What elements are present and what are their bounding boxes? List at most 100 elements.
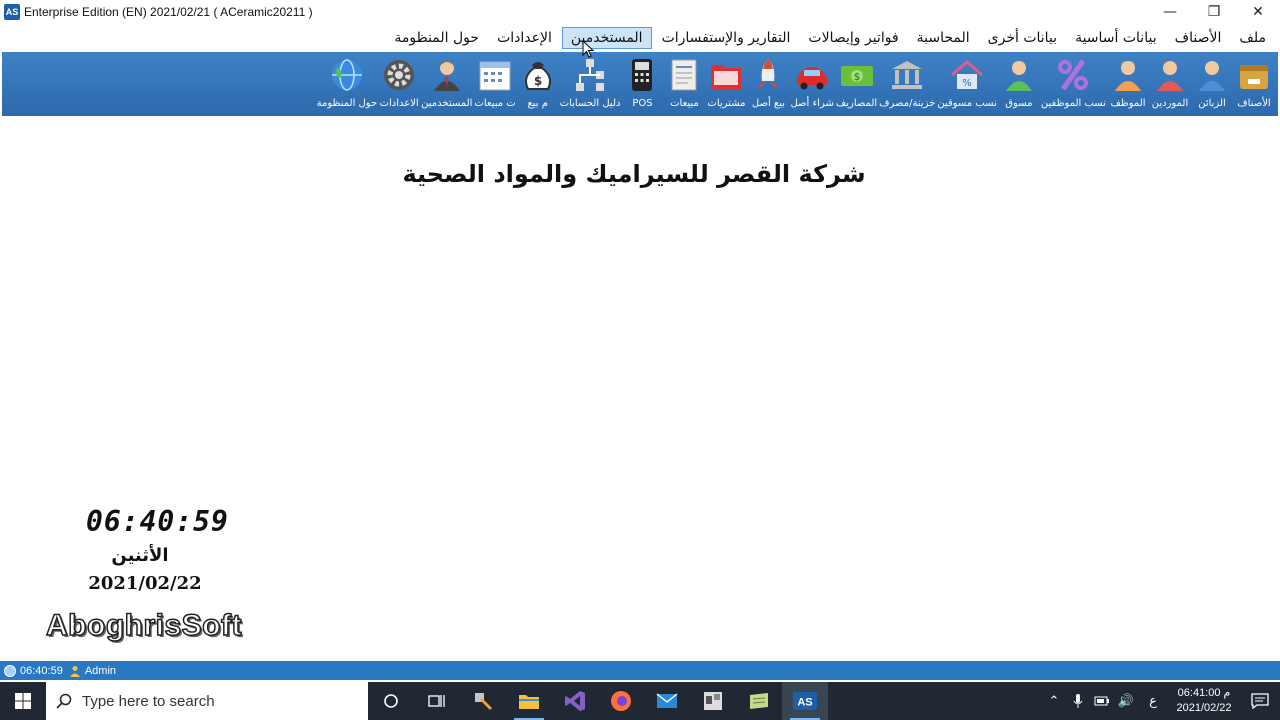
toolbar-button-label: ت مبيعات	[474, 98, 516, 109]
window-title: Enterprise Edition (EN) 2021/02/21 ( ACe…	[24, 5, 313, 19]
toolbar-button-label: POS	[632, 98, 653, 109]
taskbar-mail[interactable]	[644, 682, 690, 720]
toolbar-button[interactable]: بيع أصل	[748, 55, 788, 109]
cortana-icon	[384, 694, 398, 708]
toolbar-button[interactable]: الزبائن	[1192, 55, 1232, 109]
toolbar-button[interactable]: % نسب مسوقين	[937, 55, 997, 109]
employee-icon	[1108, 55, 1148, 95]
sales-document-icon	[664, 55, 704, 95]
taskbar-search[interactable]: Type here to search	[46, 682, 368, 720]
window-app-icon	[704, 692, 722, 710]
toolbar-button[interactable]: المستخدمين	[421, 55, 472, 109]
users-icon	[427, 55, 467, 95]
toolbar-button-label: الموظف	[1110, 98, 1146, 109]
toolbar-button-label: المصاريف	[835, 98, 878, 109]
taskbar-firefox[interactable]	[598, 682, 644, 720]
toolbar-button-label: نسب الموظفين	[1040, 98, 1106, 109]
toolbar-button-label: بيع أصل	[751, 98, 786, 109]
input-language[interactable]: ع	[1138, 682, 1168, 720]
folder-icon	[519, 695, 539, 709]
toolbar-button[interactable]: حول المنظومة	[316, 55, 378, 109]
menu-item[interactable]: بيانات أساسية	[1067, 27, 1165, 49]
toolbar-button[interactable]: $ المصاريف	[836, 55, 877, 109]
notes-icon	[750, 693, 768, 709]
pos-terminal-icon	[622, 55, 662, 95]
windows-logo-icon	[15, 693, 31, 709]
supplier-icon	[1150, 55, 1190, 95]
firefox-icon	[611, 691, 631, 711]
taskbar-date: 2021/02/22	[1176, 702, 1232, 714]
settings-gear-icon	[379, 55, 419, 95]
taskbar-file-explorer[interactable]	[506, 682, 552, 720]
toolbar: الأصناف الزبائن الموردين الموظف نسب الموظفين…	[2, 52, 1278, 116]
toolbar-button-label: م بيع	[527, 98, 548, 109]
toolbar-button[interactable]: الاعدادات	[379, 55, 419, 109]
system-tray: ⌃ 🔊 ع 06:41:00 م 2021/02/22	[1042, 682, 1280, 720]
mouse-cursor-icon	[582, 40, 594, 58]
toolbar-button[interactable]: شراء أصل	[790, 55, 834, 109]
toolbar-button-label: مبيعات	[670, 98, 699, 109]
visual-studio-icon	[565, 691, 585, 711]
menu-item[interactable]: الإعدادات	[489, 27, 560, 49]
toolbar-button[interactable]: الموردين	[1150, 55, 1190, 109]
toolbar-button-label: حول المنظومة	[316, 98, 378, 109]
menu-item[interactable]: الأصناف	[1167, 27, 1230, 49]
menu-item[interactable]: بيانات أخرى	[980, 27, 1065, 49]
battery-icon[interactable]	[1090, 682, 1114, 720]
cortana-button[interactable]	[368, 682, 414, 720]
toolbar-button-label: المستخدمين	[421, 98, 473, 109]
tray-overflow-icon[interactable]: ⌃	[1042, 682, 1066, 720]
toolbar-button-label: شراء أصل	[790, 98, 834, 109]
volume-icon[interactable]: 🔊	[1114, 682, 1138, 720]
clock-icon	[4, 664, 16, 677]
taskbar-tools-app[interactable]	[460, 682, 506, 720]
digital-clock: 06:40:59	[86, 505, 229, 538]
microphone-icon[interactable]	[1066, 682, 1090, 720]
taskbar-notes-app[interactable]	[736, 682, 782, 720]
status-user: Admin	[84, 664, 117, 677]
money-icon: $	[837, 55, 877, 95]
toolbar-button[interactable]: الأصناف	[1234, 55, 1274, 109]
restore-button[interactable]: ❐	[1192, 0, 1236, 24]
toolbar-button[interactable]: مشتريات	[706, 55, 746, 109]
toolbar-button[interactable]: نسب الموظفين	[1041, 55, 1106, 109]
task-view-button[interactable]	[414, 682, 460, 720]
app-logo-icon: AS	[4, 4, 20, 20]
status-bar: 06:40:59 Admin	[0, 661, 1280, 680]
toolbar-button[interactable]: POS	[622, 55, 662, 109]
menu-item[interactable]: فواتير وإيصالات	[800, 27, 906, 49]
menu-item[interactable]: التقارير والإستفسارات	[654, 27, 799, 49]
toolbar-button[interactable]: مبيعات	[664, 55, 704, 109]
menu-item[interactable]: حول المنظومة	[386, 27, 487, 49]
user-icon	[69, 665, 80, 677]
current-date: 2021/02/22	[88, 573, 202, 594]
taskbar-app-window[interactable]	[690, 682, 736, 720]
toolbar-button[interactable]: $ م بيع	[518, 55, 558, 109]
toolbar-button[interactable]: الموظف	[1108, 55, 1148, 109]
app-window: AS Enterprise Edition (EN) 2021/02/21 ( …	[0, 0, 1280, 720]
bank-icon	[887, 55, 927, 95]
task-view-icon	[428, 695, 445, 707]
svg-text:%: %	[962, 78, 972, 89]
svg-text:AS: AS	[797, 697, 812, 709]
toolbar-button-label: خزينة/مصرف	[879, 98, 936, 109]
menu-item[interactable]: المستخدمين	[561, 27, 652, 49]
toolbar-button[interactable]: دليل الحسابات	[560, 55, 620, 109]
toolbar-button-label: مسوق	[1005, 98, 1033, 109]
toolbar-button[interactable]: ت مبيعات	[474, 55, 516, 109]
toolbar-button[interactable]: خزينة/مصرف	[879, 55, 935, 109]
taskbar-clock[interactable]: 06:41:00 م 2021/02/22	[1168, 686, 1240, 716]
minimize-button[interactable]: —	[1148, 0, 1192, 24]
taskbar-visual-studio[interactable]	[552, 682, 598, 720]
brand-logo: AboghrisSoft	[45, 608, 242, 643]
toolbar-button-label: مشتريات	[707, 98, 746, 109]
status-time: 06:40:59	[20, 664, 63, 677]
menu-item[interactable]: ملف	[1231, 27, 1274, 49]
action-center-button[interactable]	[1240, 682, 1280, 720]
close-button[interactable]: ✕	[1236, 0, 1280, 24]
start-button[interactable]	[0, 682, 46, 720]
toolbar-button[interactable]: مسوق	[999, 55, 1039, 109]
menu-item[interactable]: المحاسبة	[909, 27, 978, 49]
taskbar-as-app[interactable]: AS	[782, 682, 828, 720]
marketer-icon	[999, 55, 1039, 95]
